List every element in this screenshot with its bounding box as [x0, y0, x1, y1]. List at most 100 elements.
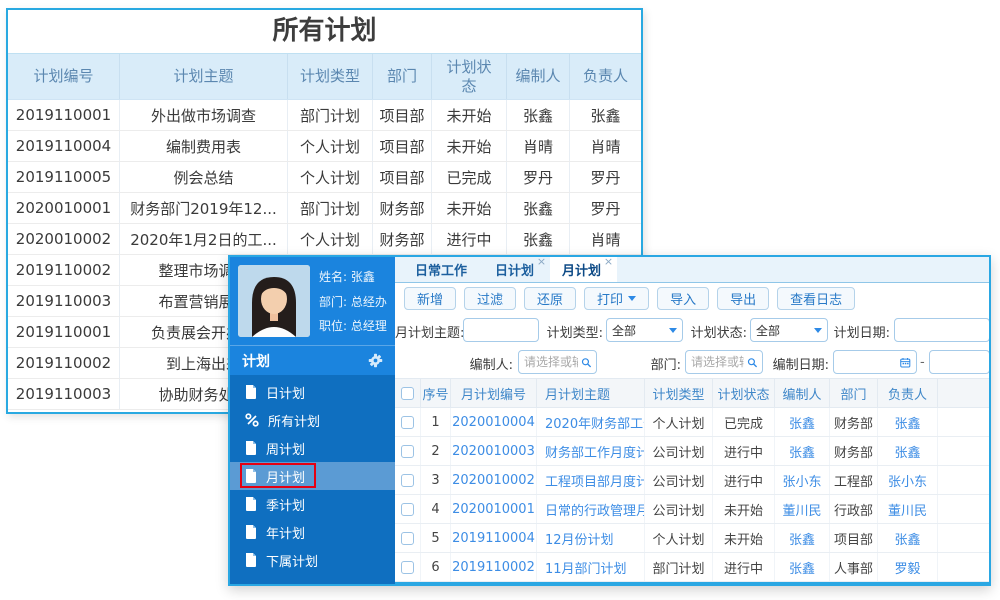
toolbar-button-2[interactable]: 过滤	[464, 287, 517, 310]
creator-link[interactable]: 张鑫	[775, 408, 830, 436]
table-row[interactable]: 2 2020010003 财务部工作月度计划 公司计划 进行中 张鑫 财务部 张…	[395, 437, 989, 466]
gear-icon[interactable]	[368, 353, 383, 368]
plan-type-select[interactable]: 全部	[606, 318, 683, 342]
sidebar-item-2[interactable]: 所有计划	[230, 406, 395, 434]
plan-subject-link[interactable]: 11月部门计划	[537, 553, 645, 581]
cell-status: 未开始	[713, 495, 775, 523]
cell-no: 2	[421, 437, 451, 465]
row-checkbox[interactable]	[401, 473, 414, 487]
table-row[interactable]: 2020010002 2020年1月2日的工... 个人计划 财务部 进行中 张…	[8, 224, 641, 255]
cell-status: 进行中	[713, 437, 775, 465]
column-header-subject: 月计划主题	[537, 379, 645, 407]
plan-date-input[interactable]	[894, 318, 989, 342]
create-date-end-input[interactable]	[929, 350, 989, 374]
creator-link[interactable]: 张鑫	[775, 524, 830, 552]
plan-subject-link[interactable]: 工程项目部月度计划	[537, 466, 645, 494]
creator-link[interactable]: 董川民	[775, 495, 830, 523]
close-icon[interactable]: ×	[537, 257, 546, 267]
toolbar-button-6[interactable]: 导出	[717, 287, 770, 310]
profile-info: 姓名: 张鑫 部门: 总经办 职位: 总经理	[319, 265, 387, 337]
creator-search-input[interactable]	[518, 350, 597, 374]
owner-link[interactable]: 张小东	[878, 466, 938, 494]
desktop: 所有计划 计划编号 计划主题 计划类型 部门 计划状态 编制人 负责人 2019…	[0, 0, 1000, 600]
table-row[interactable]: 2020010001 财务部门2019年12... 部门计划 财务部 未开始 张…	[8, 193, 641, 224]
tab-2[interactable]: 日计划 ×	[483, 257, 550, 282]
sidebar-item-5[interactable]: 季计划	[230, 490, 395, 518]
dept-search-input[interactable]	[685, 350, 763, 374]
row-checkbox[interactable]	[401, 531, 414, 545]
cell-status: 未开始	[713, 524, 775, 552]
row-checkbox[interactable]	[401, 560, 414, 574]
search-icon[interactable]	[581, 356, 591, 369]
plan-subject-link[interactable]: 财务部工作月度计划	[537, 437, 645, 465]
row-checkbox[interactable]	[401, 415, 414, 429]
filter-row-2: 编制人: 部门:	[395, 346, 989, 378]
create-date-start-input[interactable]	[833, 350, 917, 374]
table-row[interactable]: 4 2020010001 日常的行政管理月计划 公司计划 未开始 董川民 行政部…	[395, 495, 989, 524]
plan-subject-link[interactable]: 日常的行政管理月计划	[537, 495, 645, 523]
toolbar-button-4[interactable]: 打印	[584, 287, 650, 310]
search-icon[interactable]	[747, 356, 757, 369]
row-checkbox[interactable]	[401, 444, 414, 458]
column-header-status: 计划状态	[713, 379, 775, 407]
toolbar-button-7[interactable]: 查看日志	[777, 287, 856, 310]
cell-plan-subject: 例会总结	[120, 162, 288, 192]
plan-subject-link[interactable]: 2020年财务部工作月...	[537, 408, 645, 436]
sidebar-item-4[interactable]: 月计划	[230, 462, 395, 490]
file-icon	[246, 525, 256, 539]
file-icon	[246, 469, 256, 483]
cell-plan-type: 个人计划	[288, 162, 373, 192]
table-row[interactable]: 2019110005 例会总结 个人计划 项目部 已完成 罗丹 罗丹	[8, 162, 641, 193]
creator-link[interactable]: 张鑫	[775, 553, 830, 581]
table-row[interactable]: 1 2020010004 2020年财务部工作月... 个人计划 已完成 张鑫 …	[395, 408, 989, 437]
table-row[interactable]: 2019110001 外出做市场调查 部门计划 项目部 未开始 张鑫 张鑫	[8, 100, 641, 131]
table-row[interactable]: 3 2020010002 工程项目部月度计划 公司计划 进行中 张小东 工程部 …	[395, 466, 989, 495]
date-range-separator: -	[920, 355, 925, 370]
creator-link[interactable]: 张小东	[775, 466, 830, 494]
plan-id-link[interactable]: 2020010003	[451, 437, 537, 465]
sidebar-item-6[interactable]: 年计划	[230, 518, 395, 546]
tab-3[interactable]: 月计划 ×	[550, 257, 618, 282]
cell-owner: 罗丹	[590, 199, 621, 218]
profile-photo	[238, 265, 310, 337]
toolbar-button-5[interactable]: 导入	[657, 287, 710, 310]
calendar-icon[interactable]	[900, 356, 911, 369]
cell-creator: 张鑫	[507, 193, 570, 223]
cell-dept: 行政部	[830, 495, 878, 523]
tab-1[interactable]: 日常工作	[403, 257, 483, 282]
plan-id-link[interactable]: 2019110004	[451, 524, 537, 552]
owner-link[interactable]: 张鑫	[878, 524, 938, 552]
plan-status-select[interactable]: 全部	[750, 318, 828, 342]
plan-id-link[interactable]: 2020010002	[451, 466, 537, 494]
row-checkbox[interactable]	[401, 502, 414, 516]
cell-dept: 项目部	[830, 524, 878, 552]
owner-link[interactable]: 罗毅	[878, 553, 938, 581]
toolbar-button-3[interactable]: 还原	[524, 287, 577, 310]
toolbar-button-label: 导出	[730, 293, 757, 308]
select-all-checkbox[interactable]	[401, 386, 414, 400]
close-icon[interactable]: ×	[604, 257, 613, 267]
cell-no: 1	[421, 408, 451, 436]
owner-link[interactable]: 张鑫	[878, 437, 938, 465]
sidebar-section-plan[interactable]: 计划	[230, 345, 395, 375]
subject-input[interactable]	[463, 318, 539, 342]
sidebar-item-7[interactable]: 下属计划	[230, 546, 395, 574]
column-header-plan-subject: 计划主题	[120, 54, 288, 99]
table-row[interactable]: 6 2019110002 11月部门计划 部门计划 进行中 张鑫 人事部 罗毅	[395, 553, 989, 582]
toolbar-button-1[interactable]: 新增	[404, 287, 457, 310]
sidebar-item-1[interactable]: 日计划	[230, 378, 395, 406]
sidebar-item-3[interactable]: 周计划	[230, 434, 395, 462]
plan-id-link[interactable]: 2020010004	[451, 408, 537, 436]
owner-link[interactable]: 张鑫	[878, 408, 938, 436]
plan-id-link[interactable]: 2019110002	[451, 553, 537, 581]
filter-label-subject: 月计划主题:	[395, 326, 465, 341]
plan-id-link[interactable]: 2020010001	[451, 495, 537, 523]
plan-subject-link[interactable]: 12月份计划	[537, 524, 645, 552]
creator-link[interactable]: 张鑫	[775, 437, 830, 465]
table-row[interactable]: 5 2019110004 12月份计划 个人计划 未开始 张鑫 项目部 张鑫	[395, 524, 989, 553]
owner-link[interactable]: 董川民	[878, 495, 938, 523]
cell-owner: 罗丹	[590, 168, 621, 187]
filter-label-plan-date: 计划日期:	[833, 326, 890, 341]
table-row[interactable]: 2019110004 编制费用表 个人计划 项目部 未开始 肖晴 肖晴	[8, 131, 641, 162]
cell-dept: 财务部	[830, 408, 878, 436]
